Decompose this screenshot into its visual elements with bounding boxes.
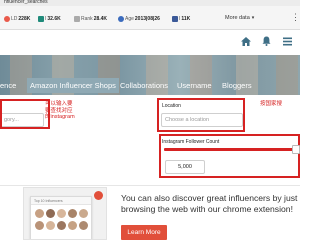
metric-facebook[interactable]: I 11K	[172, 15, 190, 22]
age-icon	[118, 15, 124, 22]
location-label: Location	[162, 103, 181, 109]
bell-icon[interactable]	[262, 36, 271, 46]
annotation-category: 可以输入要 要查找对应 的instagram	[45, 101, 75, 121]
site-header	[0, 31, 300, 55]
home-icon[interactable]	[241, 37, 251, 46]
tab-amazon-influencer-shops[interactable]: Amazon Influencer Shops	[27, 78, 119, 93]
more-data-label: More data	[225, 15, 250, 21]
menu-icon[interactable]	[283, 37, 292, 46]
extension-screenshot: Top 10 Influencers	[23, 187, 107, 240]
metric-label: Age	[125, 15, 134, 22]
url-text: nfluencer_searches	[4, 0, 48, 5]
learn-more-button[interactable]: Learn More	[121, 225, 167, 240]
avatar	[46, 221, 55, 230]
more-options-icon[interactable]: ⋮	[291, 13, 300, 22]
seo-toolbar: LD 228K I 32.6K Rank 28.4K Age 2013|08|2…	[0, 6, 300, 30]
follower-min-input[interactable]: 5,000	[165, 160, 205, 174]
section-divider	[0, 185, 300, 186]
ld-icon	[4, 15, 10, 22]
metric-i-1[interactable]: I 32.6K	[38, 15, 61, 22]
metric-label: I	[179, 15, 181, 22]
follower-range-slider[interactable]	[164, 148, 296, 151]
metric-age[interactable]: Age 2013|08|26	[118, 15, 160, 22]
avatar	[79, 209, 88, 218]
chevron-down-icon: ▾	[251, 15, 255, 21]
extension-popup-title: Top 10 Influencers	[31, 197, 91, 205]
more-data-button[interactable]: More data ▾	[225, 15, 254, 21]
avatar	[68, 209, 77, 218]
avatar	[35, 209, 44, 218]
metric-label: LD	[11, 15, 18, 22]
tab-influence[interactable]: ence	[0, 78, 16, 93]
metric-ld[interactable]: LD 228K	[4, 15, 30, 22]
tab-bloggers[interactable]: Bloggers	[222, 78, 252, 93]
category-tabs: ence Amazon Influencer Shops Collaborati…	[0, 78, 300, 93]
facebook-icon	[172, 15, 178, 22]
extension-badge-icon	[94, 191, 103, 200]
tab-username[interactable]: Username	[177, 78, 212, 93]
annotation-location: 按国家搜	[260, 101, 283, 107]
rank-icon	[74, 15, 80, 22]
annotation-box-category	[0, 99, 50, 129]
metric-value: 28.4K	[93, 15, 108, 22]
avatar	[46, 209, 55, 218]
follower-count-label: Instagram Follower Count	[162, 139, 220, 145]
metric-value: 228K	[18, 15, 31, 22]
avatar	[57, 209, 66, 218]
metric-value: 32.6K	[47, 15, 61, 22]
annotation-line: 的instagram	[45, 114, 75, 120]
avatar	[68, 221, 77, 230]
avatar	[79, 221, 88, 230]
metric-label: I	[45, 15, 47, 22]
metric-value: 11K	[181, 15, 191, 22]
slider-handle[interactable]	[292, 145, 300, 154]
annotation-line: 可以输入要	[45, 101, 73, 107]
metric-rank[interactable]: Rank 28.4K	[74, 15, 107, 22]
index-icon	[38, 15, 44, 22]
extension-popup: Top 10 Influencers	[30, 196, 92, 239]
avatar	[57, 221, 66, 230]
avatar	[35, 221, 44, 230]
metric-label: Rank	[81, 15, 93, 22]
metric-value: 2013|08|26	[134, 15, 160, 22]
tab-collaborations[interactable]: Collaborations	[120, 78, 168, 93]
extension-promo-text: You can also discover great influencers …	[121, 193, 298, 214]
location-input[interactable]: Choose a location	[161, 113, 243, 127]
